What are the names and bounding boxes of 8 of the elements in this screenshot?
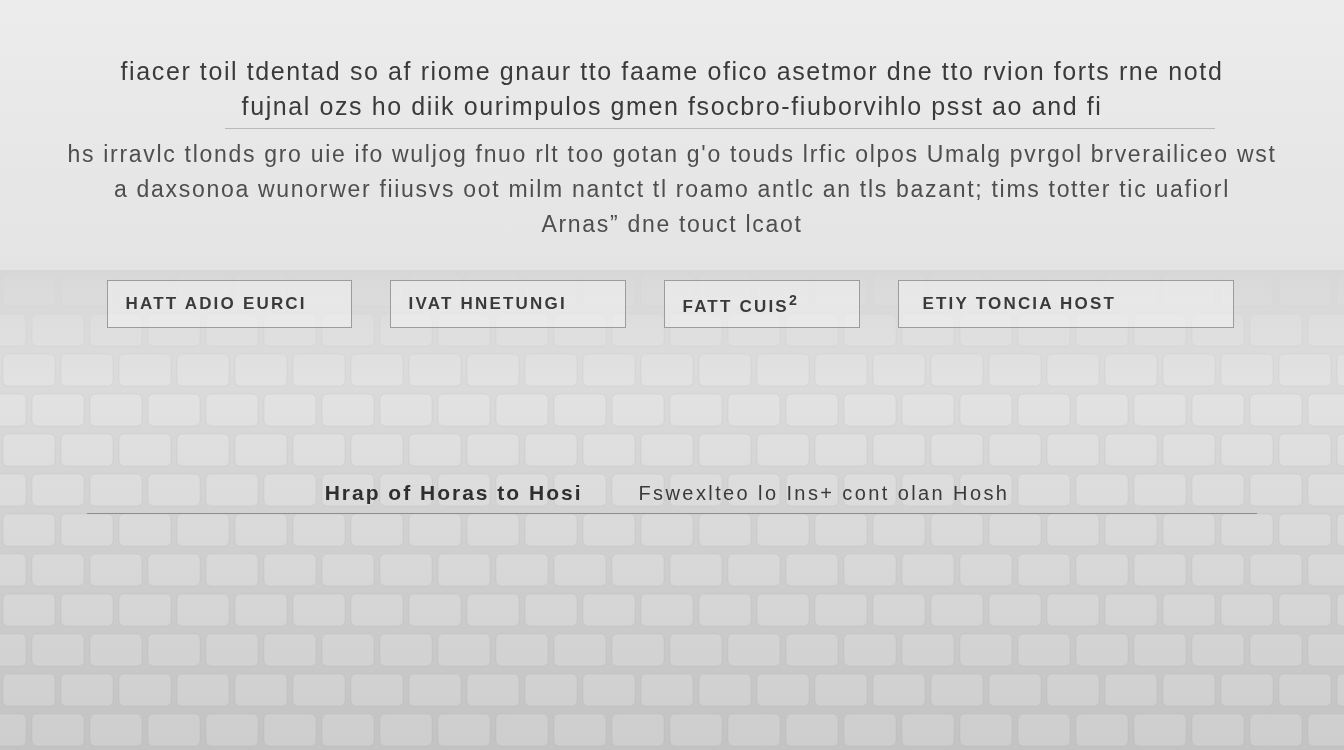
option-button[interactable]: ETIY TONCIA HOST — [897, 280, 1234, 328]
heading: fiacer toil tdentad so af riome gnaur tto faame ofico asetmor dne tto rvion forts rne notd fujnal ozs ho diik ourimpulos gmen fsocbro-fiuborvihlo psst ao and fi — [120, 56, 1224, 122]
footer-label: Hrap of Horas to Hosi — [324, 481, 583, 505]
option-button[interactable]: HATT ADIO EURCI — [106, 280, 352, 328]
option-button[interactable]: IVAT HNETUNGI — [389, 280, 626, 328]
intro-paragraph: hs irravlc tlonds gro uie ifo wuljog fnuo rlt too gotan g'o touds lrfic olpos Umalg pvrgol brverailiceo wst a daxsonoa wunorwer fiiusvs oot milm nantct tl roamo antlc an tls bazant; tims totter tic uafiorl Arnas” dne touct lcaot — [67, 140, 1277, 239]
footer-text: Fswexlteo lo Ins+ cont olan Hosh — [638, 482, 1010, 505]
option-button[interactable]: FATT CUIS$^{2}$ — [663, 280, 860, 328]
